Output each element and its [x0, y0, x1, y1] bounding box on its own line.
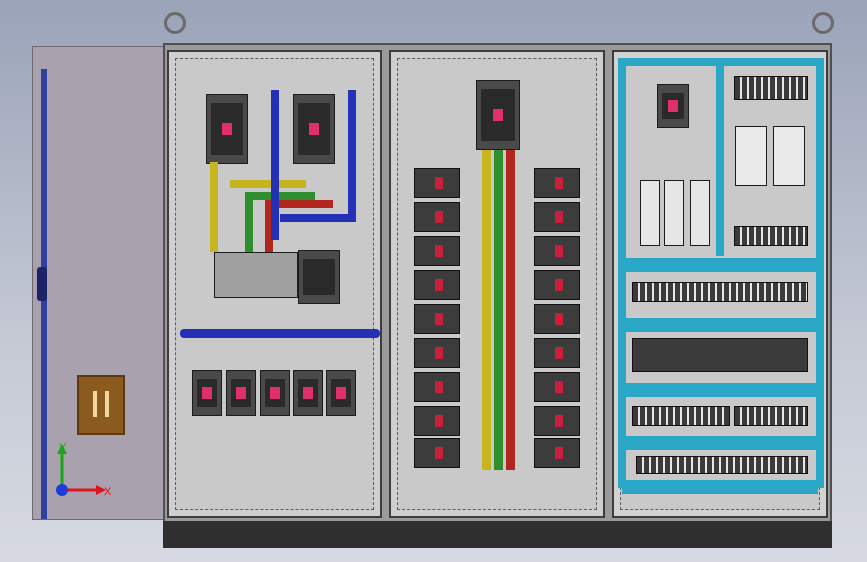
y-axis-label: Y: [59, 442, 67, 454]
busbar-yellow: [210, 162, 218, 252]
branch-breaker-left-8[interactable]: [414, 406, 460, 436]
outgoing-breaker-2[interactable]: [226, 370, 256, 416]
branch-breaker-left-9[interactable]: [414, 438, 460, 468]
contactor-row[interactable]: [632, 338, 808, 372]
vertical-busbar-red: [506, 150, 515, 470]
lifting-eye-right-icon: [812, 12, 834, 34]
din-rail-row-5: [622, 480, 818, 494]
fuse-holder-3[interactable]: [690, 180, 710, 246]
fuse-holder-2[interactable]: [664, 180, 684, 246]
outgoing-breaker-4[interactable]: [293, 370, 323, 416]
cad-viewport[interactable]: Y X: [0, 0, 867, 562]
branch-breaker-right-3[interactable]: [534, 236, 580, 266]
branch-breaker-right-4[interactable]: [534, 270, 580, 300]
origin-icon: [56, 484, 68, 496]
relay-row[interactable]: [632, 282, 808, 302]
branch-breaker-right-1[interactable]: [534, 168, 580, 198]
terminal-strip-a[interactable]: [632, 406, 730, 426]
busbar-blue: [271, 90, 279, 240]
lifting-eye-left-icon: [164, 12, 186, 34]
din-rail-row-3: [622, 383, 818, 397]
cable-duct-right: [816, 58, 824, 488]
main-switch[interactable]: [214, 252, 298, 298]
branch-breaker-right-2[interactable]: [534, 202, 580, 232]
vertical-busbar-green: [494, 150, 503, 470]
cable-duct-mid: [716, 66, 724, 256]
din-rail-row-2: [622, 318, 818, 332]
power-supply-2[interactable]: [773, 126, 805, 186]
neutral-busbar: [180, 329, 380, 338]
fuse-holder-1[interactable]: [640, 180, 660, 246]
terminal-strip-bottom[interactable]: [636, 456, 808, 474]
door-handle-icon: [37, 267, 47, 301]
busbar-yellow: [230, 180, 306, 188]
terminal-block-middle[interactable]: [734, 226, 808, 246]
branch-breaker-left-4[interactable]: [414, 270, 460, 300]
busbar-blue: [348, 90, 356, 220]
cable-duct-left: [618, 58, 626, 488]
branch-breaker-left-5[interactable]: [414, 304, 460, 334]
main-breaker-2[interactable]: [293, 94, 335, 164]
nameplate-icon: [77, 375, 125, 435]
branch-breaker-right-9[interactable]: [534, 438, 580, 468]
branch-breaker-right-8[interactable]: [534, 406, 580, 436]
x-axis-label: X: [104, 486, 112, 498]
cable-duct-top: [618, 58, 824, 66]
branch-breaker-left-2[interactable]: [414, 202, 460, 232]
branch-breaker-left-7[interactable]: [414, 372, 460, 402]
din-rail-row-4: [622, 436, 818, 450]
branch-breaker-left-1[interactable]: [414, 168, 460, 198]
busbar-green: [245, 196, 253, 252]
branch-breaker-left-3[interactable]: [414, 236, 460, 266]
busbar-green: [245, 192, 315, 200]
power-supply-1[interactable]: [735, 126, 767, 186]
outgoing-breaker-5[interactable]: [326, 370, 356, 416]
main-breaker-1[interactable]: [206, 94, 248, 164]
din-rail-row-1: [622, 258, 818, 272]
terminal-strip-b[interactable]: [734, 406, 808, 426]
rotary-isolator[interactable]: [298, 250, 340, 304]
branch-breaker-right-7[interactable]: [534, 372, 580, 402]
vertical-busbar-yellow: [482, 150, 491, 470]
busbar-blue: [280, 214, 356, 222]
outgoing-breaker-1[interactable]: [192, 370, 222, 416]
outgoing-breaker-3[interactable]: [260, 370, 290, 416]
cabinet-plinth: [163, 521, 832, 548]
branch-breaker-right-6[interactable]: [534, 338, 580, 368]
middle-main-breaker[interactable]: [476, 80, 520, 150]
branch-breaker-left-6[interactable]: [414, 338, 460, 368]
terminal-block-top[interactable]: [734, 76, 808, 100]
branch-breaker-right-5[interactable]: [534, 304, 580, 334]
control-breaker[interactable]: [657, 84, 689, 128]
